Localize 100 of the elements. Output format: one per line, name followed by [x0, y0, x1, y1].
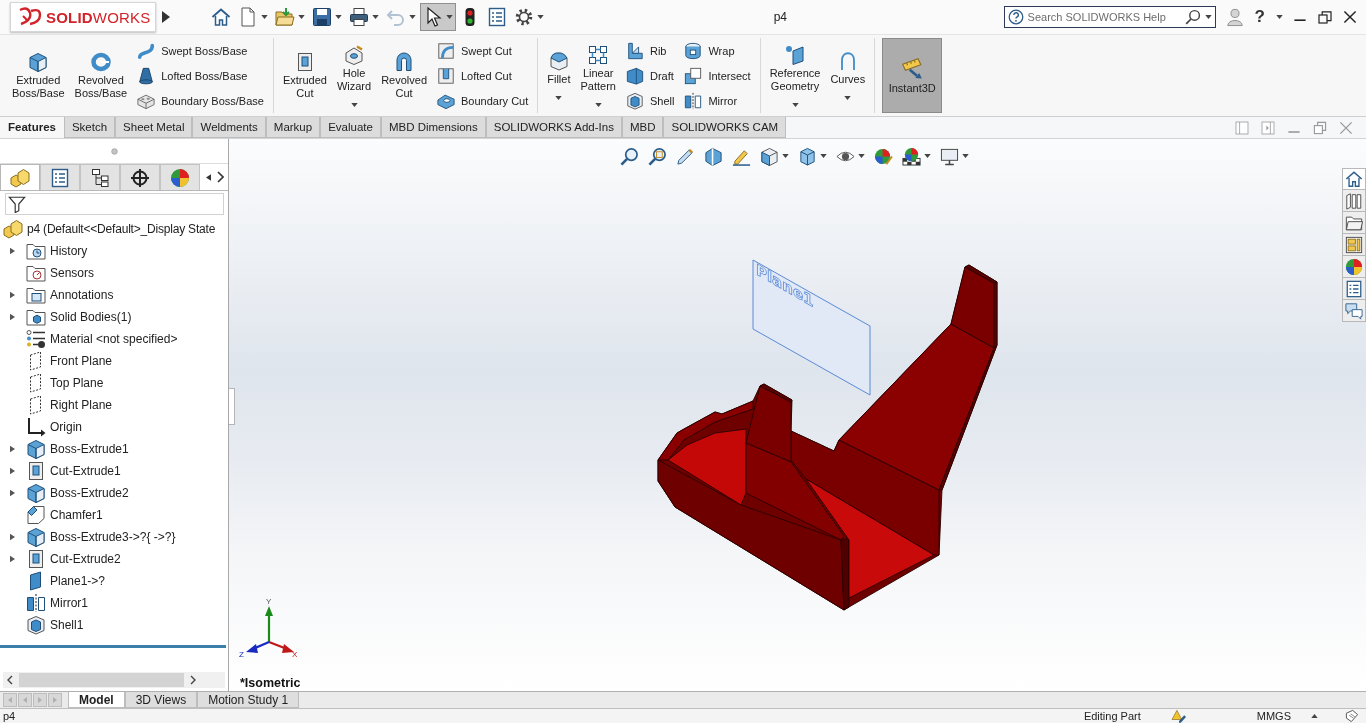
ribbon-button[interactable]: Boundary Cut — [434, 88, 532, 113]
tree-item[interactable]: Boss-Extrude2 — [50, 486, 129, 500]
tree-item[interactable]: Front Plane — [50, 354, 113, 368]
panel-tab[interactable] — [40, 164, 80, 190]
ribbon-button[interactable]: Shell — [622, 88, 678, 113]
tree-item[interactable]: p4 (Default<<Default>_Display State — [27, 222, 216, 236]
speech-bubbles-icon[interactable] — [1345, 301, 1363, 320]
ribbon-button[interactable]: Extruded Boss/Base — [9, 38, 68, 113]
collapsed-arrow-icon[interactable] — [10, 247, 15, 255]
tree-item[interactable]: Sensors — [50, 266, 95, 280]
restore-icon[interactable] — [1317, 9, 1333, 25]
tree-item[interactable]: Right Plane — [50, 398, 113, 412]
scroll-left-icon[interactable] — [7, 675, 13, 685]
tree-item[interactable]: Annotations — [50, 288, 114, 302]
ribbon-button[interactable]: Swept Cut — [434, 38, 532, 63]
layout-grid-icon[interactable] — [1345, 235, 1363, 254]
ribbon-button[interactable]: Rib — [622, 38, 678, 63]
tab[interactable]: Sketch — [63, 117, 116, 138]
ribbon-button[interactable]: Wrap — [681, 38, 754, 63]
home-icon[interactable] — [1345, 170, 1363, 188]
logo-box[interactable]: SOLIDWORKS — [10, 2, 156, 32]
ribbon-button[interactable]: Lofted Cut — [434, 63, 532, 88]
tree-item[interactable]: Cut-Extrude2 — [50, 552, 121, 566]
tab[interactable]: Model — [68, 692, 125, 708]
collapsed-arrow-icon[interactable] — [10, 445, 15, 453]
scroll-right-icon[interactable] — [190, 675, 196, 685]
ribbon-button[interactable]: Revolved Cut — [378, 38, 430, 113]
toolbar-button[interactable] — [420, 3, 456, 31]
tab[interactable]: MBD — [621, 117, 664, 138]
caret-down-icon — [298, 15, 305, 19]
tab[interactable]: Markup — [265, 117, 321, 138]
ribbon-button[interactable]: Curves — [827, 38, 869, 113]
ribbon-button[interactable]: Swept Boss/Base — [134, 38, 267, 63]
ribbon-button[interactable]: Boundary Boss/Base — [134, 88, 267, 113]
tab[interactable]: Evaluate — [320, 117, 381, 138]
ribbon-button[interactable]: Mirror — [681, 88, 754, 113]
tab[interactable]: Weldments — [192, 117, 266, 138]
collapsed-arrow-icon[interactable] — [10, 555, 15, 563]
search-icon[interactable] — [1184, 9, 1201, 25]
ribbon-button[interactable]: Draft — [622, 63, 678, 88]
ribbon-button[interactable]: Extruded Cut — [279, 38, 330, 113]
tree-item[interactable]: Material <not specified> — [50, 332, 178, 346]
triangle-right-icon[interactable] — [162, 11, 170, 23]
tree-item[interactable]: Boss-Extrude1 — [50, 442, 129, 456]
tree-item[interactable]: Mirror1 — [50, 596, 88, 610]
tree-item[interactable]: History — [50, 244, 88, 258]
close-icon[interactable] — [1342, 9, 1358, 25]
collapsed-arrow-icon[interactable] — [10, 467, 15, 475]
books-icon[interactable] — [1345, 191, 1363, 210]
logo-mark-icon — [18, 7, 42, 27]
tree-item[interactable]: Top Plane — [50, 376, 104, 390]
note-icon[interactable] — [1344, 709, 1360, 723]
grip-dot-icon[interactable] — [110, 147, 118, 155]
tree-item[interactable]: Chamfer1 — [50, 508, 103, 522]
tree-item[interactable]: Boss-Extrude3->?{ ->?} — [50, 530, 176, 544]
toggle-button[interactable]: Instant3D — [882, 38, 943, 113]
ribbon-button[interactable]: Hole Wizard — [333, 38, 375, 113]
list-icon[interactable] — [1345, 279, 1363, 298]
tab[interactable]: 3D Views — [124, 692, 198, 708]
tree-item[interactable]: Solid Bodies(1) — [50, 310, 132, 324]
scrollbar-thumb[interactable] — [19, 673, 184, 687]
tree-item[interactable]: Plane1->? — [50, 574, 106, 588]
tree-item[interactable]: Shell1 — [50, 618, 84, 632]
tab[interactable]: Motion Study 1 — [197, 692, 300, 708]
tree-item[interactable]: Cut-Extrude1 — [50, 464, 121, 478]
collapsed-arrow-icon[interactable] — [10, 533, 15, 541]
search-field[interactable]: Search SOLIDWORKS Help — [1003, 6, 1216, 28]
tab[interactable]: Sheet Metal — [115, 117, 193, 138]
help-button[interactable]: ? — [1252, 6, 1267, 28]
filter-field[interactable] — [5, 193, 224, 215]
ribbon-button[interactable]: Revolved Boss/Base — [71, 38, 131, 113]
split-cube-icon — [704, 146, 723, 166]
tab[interactable]: MBD Dimensions — [380, 117, 486, 138]
ribbon-button[interactable]: Fillet — [544, 38, 574, 113]
caret-down-icon — [1204, 15, 1212, 19]
tree-item[interactable]: Origin — [50, 420, 82, 434]
units-label[interactable]: MMGS — [1256, 710, 1291, 722]
horizontal-scrollbar[interactable] — [3, 672, 225, 688]
collapsed-arrow-icon[interactable] — [10, 489, 15, 497]
ribbon-button[interactable]: Intersect — [681, 63, 754, 88]
collapsed-arrow-icon[interactable] — [10, 291, 15, 299]
person-silhouette-icon[interactable] — [1225, 7, 1244, 27]
caret-down-icon[interactable] — [1276, 15, 1283, 19]
caret-up-icon[interactable] — [1311, 714, 1318, 718]
caret-down-icon — [962, 154, 969, 158]
tab[interactable]: SOLIDWORKS CAM — [663, 117, 787, 138]
panel-tab[interactable] — [120, 164, 160, 190]
collapsed-arrow-icon[interactable] — [10, 313, 15, 321]
ribbon-button[interactable]: Lofted Boss/Base — [134, 63, 267, 88]
ribbon-button[interactable]: Linear Pattern — [577, 38, 619, 113]
chevron-right-icon[interactable] — [217, 171, 224, 183]
scroll-left-icon[interactable] — [206, 173, 211, 181]
color-ball-icon[interactable] — [1345, 257, 1363, 276]
ribbon-button[interactable]: Reference Geometry — [766, 38, 824, 113]
warning-pencil-icon[interactable] — [1170, 709, 1187, 723]
logo-text: SOLIDWORKS — [46, 8, 151, 26]
tab[interactable]: SOLIDWORKS Add-Ins — [485, 117, 622, 138]
panel-tab[interactable] — [80, 164, 120, 190]
splitter-handle[interactable] — [229, 388, 235, 425]
cube-icon — [28, 51, 49, 72]
